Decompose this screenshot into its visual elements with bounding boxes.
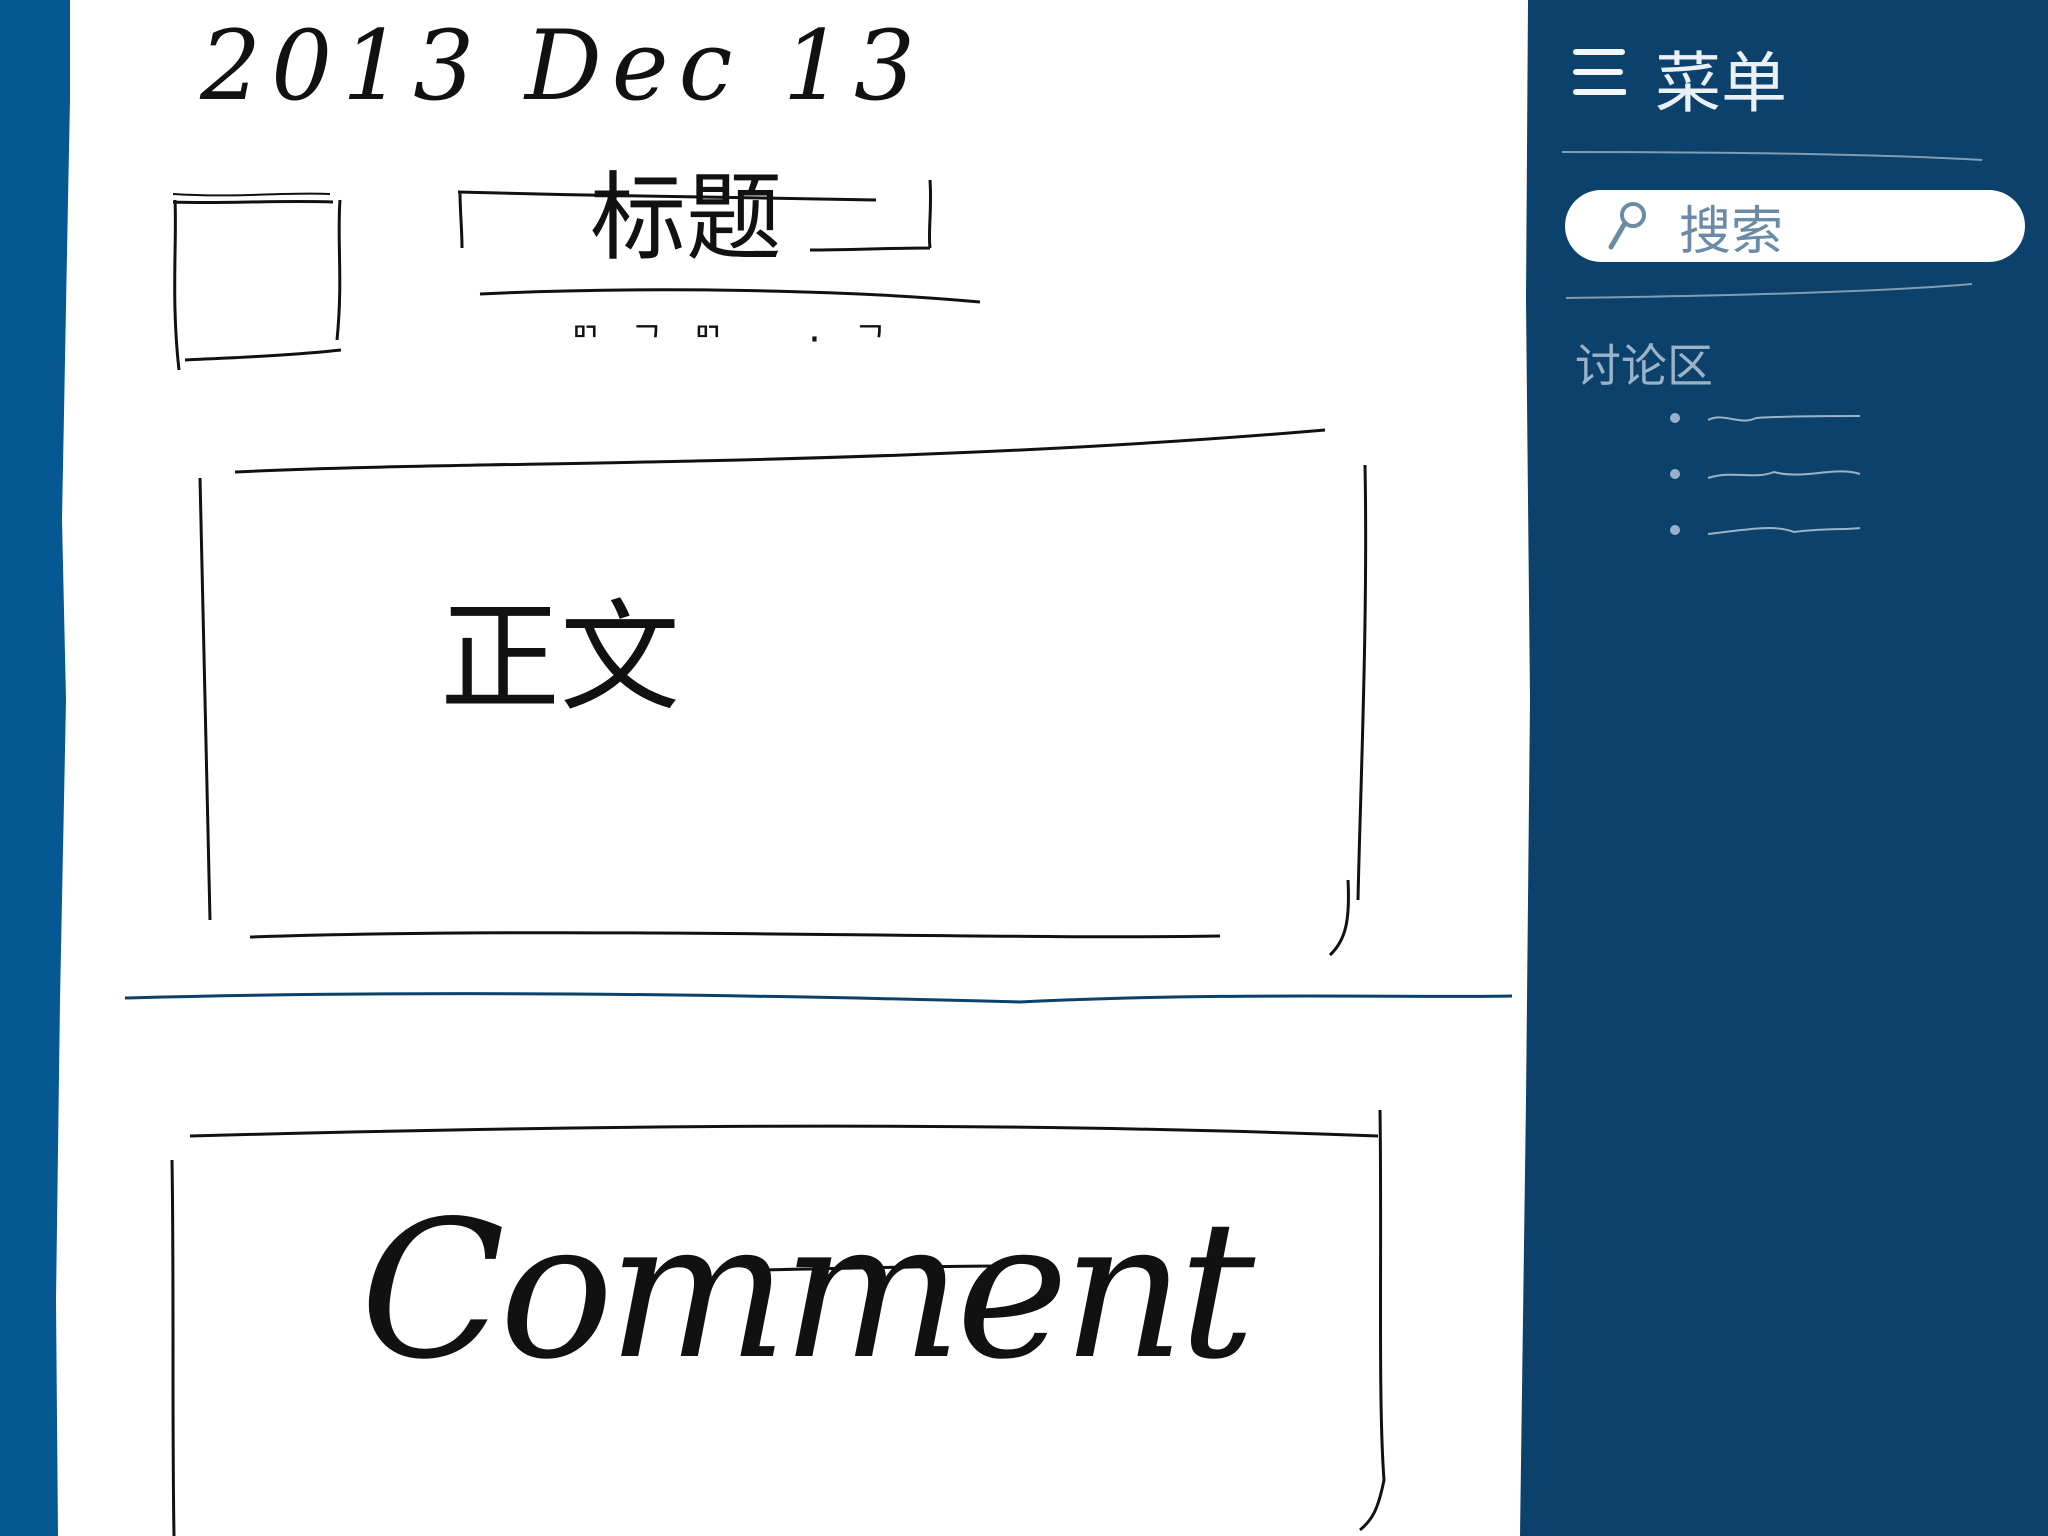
discussion-list-item[interactable] [1670, 502, 1890, 558]
body-frame [198, 428, 1368, 957]
discussion-list [1670, 390, 1890, 558]
bullet-icon [1670, 413, 1680, 423]
menu-label[interactable]: 菜单 [1655, 30, 1787, 126]
search-input[interactable]: 搜索 [1565, 190, 2025, 262]
comment-label[interactable]: Comment [360, 1180, 1255, 1401]
content-divider [124, 992, 1513, 1004]
discussion-link-placeholder [1707, 415, 1861, 422]
discussion-list-item[interactable] [1670, 390, 1890, 446]
discussion-link-placeholder [1707, 470, 1861, 479]
main-content: 2013 Dec 13 标题 ᄆᄀᄀᄆᄀ ·ᄀ 正文 Comment [70, 0, 1520, 1536]
search-icon [1608, 202, 1646, 250]
bullet-icon [1670, 469, 1680, 479]
page: 2013 Dec 13 标题 ᄆᄀᄀᄆᄀ ·ᄀ 正文 Comment 菜单 搜索… [0, 0, 2048, 1536]
search-placeholder: 搜索 [1679, 201, 1784, 262]
left-rail [0, 0, 70, 1536]
post-date: 2013 Dec 13 [200, 10, 926, 122]
post-meta: ᄆᄀᄀᄆᄀ ·ᄀ [570, 320, 917, 360]
discussion-list-item[interactable] [1670, 446, 1890, 502]
avatar[interactable] [165, 180, 445, 380]
bullet-icon [1670, 525, 1680, 535]
discussion-section-title: 讨论区 [1575, 339, 1713, 393]
post-body: 正文 [440, 589, 680, 728]
hamburger-menu-icon[interactable] [1572, 44, 1626, 100]
discussion-link-placeholder [1707, 527, 1861, 535]
post-title[interactable]: 标题 [590, 140, 782, 279]
